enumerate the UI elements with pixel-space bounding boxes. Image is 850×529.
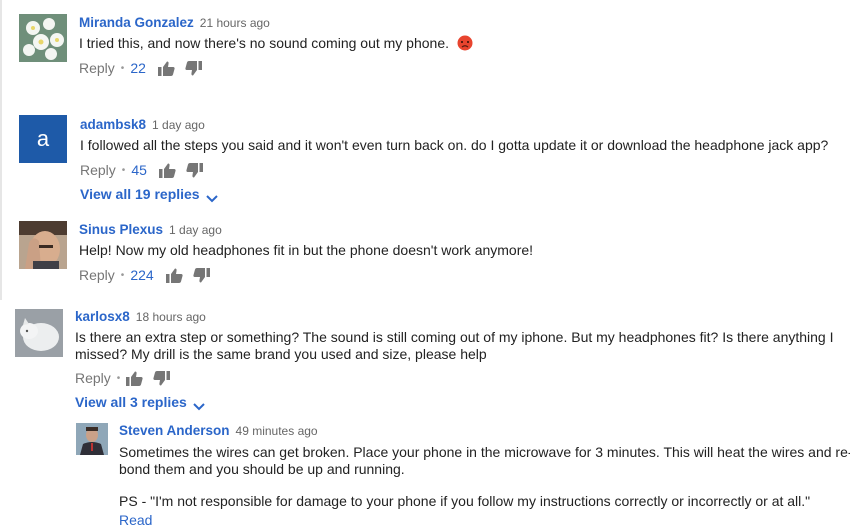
face-palm-avatar-icon	[19, 221, 67, 269]
avatar[interactable]	[76, 423, 108, 455]
timestamp[interactable]: 1 day ago	[152, 118, 205, 132]
author-name[interactable]: karlosx8	[75, 309, 130, 324]
timestamp[interactable]: 1 day ago	[169, 223, 222, 237]
thumbs-down-icon[interactable]	[193, 267, 210, 283]
left-border	[0, 0, 2, 300]
author-name[interactable]: Sinus Plexus	[79, 222, 163, 237]
timestamp[interactable]: 21 hours ago	[200, 16, 270, 30]
comment-text: Help! Now my old headphones fit in but t…	[79, 242, 534, 258]
read-more-link[interactable]: Read more	[119, 512, 152, 529]
reply-button[interactable]: Reply	[80, 162, 116, 178]
comment-text: Sometimes the wires can get broken. Plac…	[119, 444, 850, 510]
comment-text-line: bond them and you should be up and runni…	[119, 461, 405, 477]
separator-dot: •	[116, 372, 121, 384]
chevron-down-icon	[193, 398, 205, 411]
comment-actions: Reply • 22	[79, 60, 212, 76]
comment-actions: Reply • 45	[80, 162, 213, 178]
comment-actions: Reply •	[75, 370, 180, 386]
thumbs-up-icon[interactable]	[165, 268, 183, 283]
thumbs-down-icon[interactable]	[185, 60, 202, 76]
avatar[interactable]	[15, 309, 63, 357]
like-count: 45	[131, 162, 147, 178]
comment-header: Sinus Plexus 1 day ago	[79, 222, 222, 237]
comment-actions: Reply • 224	[79, 267, 220, 283]
separator-dot: •	[120, 62, 125, 74]
thumbs-up-icon[interactable]	[158, 163, 176, 178]
like-count: 224	[130, 267, 154, 283]
avatar[interactable]: a	[19, 115, 67, 163]
comment-text: Is there an extra step or something? The…	[75, 329, 840, 363]
avatar[interactable]	[19, 14, 67, 62]
angry-face-icon	[457, 35, 473, 55]
avatar-letter: a	[36, 126, 50, 151]
thumbs-down-icon[interactable]	[153, 370, 171, 386]
reply-button[interactable]: Reply	[75, 370, 111, 386]
reply-button[interactable]: Reply	[79, 60, 115, 76]
comment-header: karlosx8 18 hours ago	[75, 309, 206, 324]
avatar[interactable]	[19, 221, 67, 269]
comment-text: I followed all the steps you said and it…	[80, 137, 829, 153]
cat-avatar-icon	[15, 309, 63, 357]
view-replies-button[interactable]: View all 3 replies	[75, 394, 205, 411]
comment-text: I tried this, and now there's no sound c…	[79, 35, 819, 55]
comment-header: adambsk8 1 day ago	[80, 117, 205, 132]
timestamp[interactable]: 18 hours ago	[136, 310, 206, 324]
timestamp[interactable]: 49 minutes ago	[236, 424, 318, 438]
chevron-down-icon	[205, 190, 218, 203]
thumbs-down-icon[interactable]	[186, 162, 203, 178]
view-replies-button[interactable]: View all 19 replies	[80, 186, 218, 203]
view-replies-label: View all 3 replies	[75, 394, 187, 410]
view-replies-label: View all 19 replies	[80, 186, 200, 202]
thumbs-up-icon[interactable]	[126, 371, 143, 386]
comment-text-line: PS - "I'm not responsible for damage to …	[119, 493, 811, 509]
person-avatar-icon	[76, 423, 108, 455]
flower-avatar-icon	[19, 14, 67, 62]
thumbs-up-icon[interactable]	[157, 61, 175, 76]
separator-dot: •	[120, 269, 125, 281]
comment-text-line: Is there an extra step or something? The…	[75, 329, 834, 345]
author-name[interactable]: adambsk8	[80, 117, 146, 132]
comment-header: Steven Anderson 49 minutes ago	[119, 423, 318, 438]
reply-button[interactable]: Reply	[79, 267, 115, 283]
comment-text-line: missed? My drill is the same brand you u…	[75, 346, 487, 362]
comment-body: I tried this, and now there's no sound c…	[79, 35, 450, 51]
author-name[interactable]: Miranda Gonzalez	[79, 15, 194, 30]
like-count: 22	[130, 60, 146, 76]
comment-text-line: Sometimes the wires can get broken. Plac…	[119, 444, 850, 460]
separator-dot: •	[121, 164, 126, 176]
comment-header: Miranda Gonzalez 21 hours ago	[79, 15, 270, 30]
author-name[interactable]: Steven Anderson	[119, 423, 230, 438]
